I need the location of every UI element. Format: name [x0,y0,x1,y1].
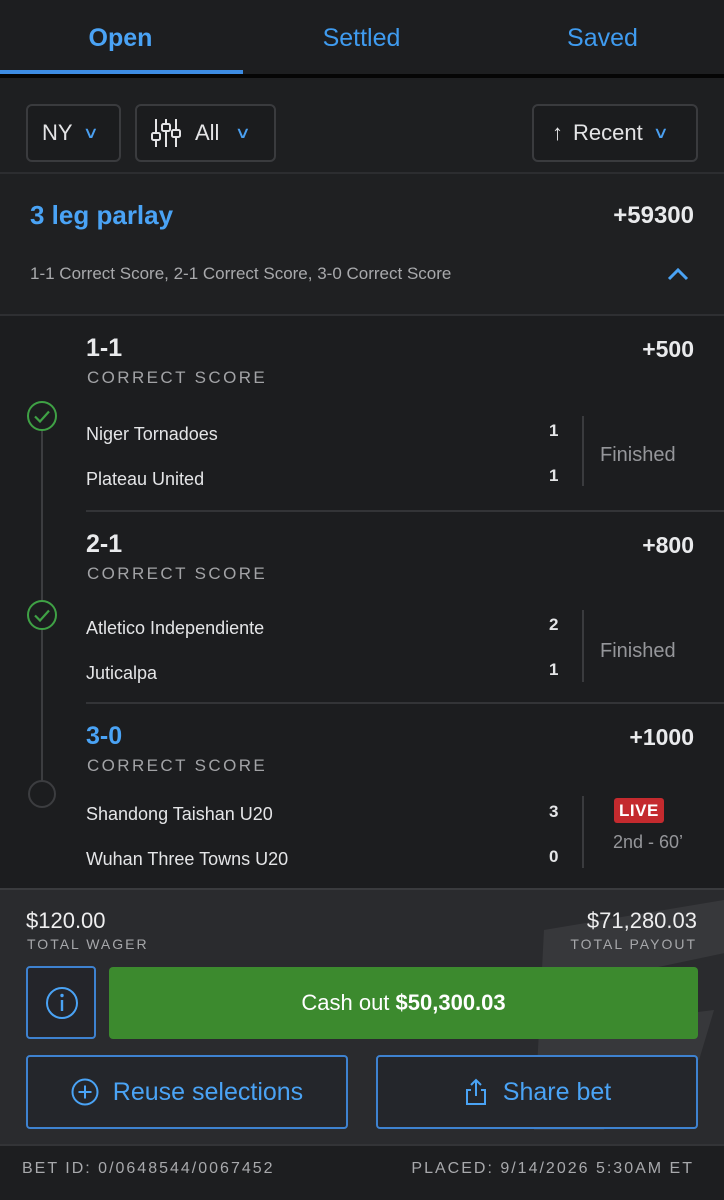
filter-bar: NY ∨ All ∨ ↑ Recent ∨ [0,78,724,174]
home-score: 3 [549,802,559,821]
bet-id: BET ID: 0/0648544/0067452 [22,1160,275,1177]
chevron-down-icon: ∨ [652,125,669,142]
chevron-down-icon: ∨ [82,125,99,142]
reuse-selections-label: Reuse selections [112,1077,304,1106]
total-wager-label: TOTAL WAGER [27,936,149,952]
leg-selection: 2-1 [86,530,123,558]
active-tab-indicator [0,70,243,74]
leg-market: CORRECT SCORE [87,756,268,775]
match-status: Finished [600,640,676,662]
state-dropdown-label: NY [42,120,73,145]
leg-3: 3-0 CORRECT SCORE +1000 Shandong Taishan… [0,704,724,888]
away-team: Wuhan Three Towns U20 [86,849,289,869]
total-payout-value: $71,280.03 [586,908,697,933]
chevron-up-icon[interactable] [666,262,690,286]
home-score: 1 [549,421,559,440]
bet-status-tabs: Open Settled Saved [0,0,724,78]
total-payout-label: TOTAL PAYOUT [570,936,697,952]
parlay-header[interactable]: 3 leg parlay +59300 1-1 Correct Score, 2… [0,174,724,316]
leg-selection: 3-0 [86,722,123,750]
parlay-legs: 1-1 CORRECT SCORE +500 Niger Tornadoes 1… [0,316,724,888]
reuse-selections-button[interactable]: Reuse selections [26,1055,348,1129]
bet-footer: $120.00 TOTAL WAGER $71,280.03 TOTAL PAY… [0,888,724,1144]
match-clock: 2nd - 60’ [613,832,684,852]
share-bet-button[interactable]: Share bet [376,1055,698,1129]
home-team: Niger Tornadoes [86,424,218,444]
chevron-down-icon: ∨ [235,125,252,142]
match-status: Finished [600,444,676,466]
sort-dropdown[interactable]: ↑ Recent ∨ [532,104,698,162]
tab-open[interactable]: Open [0,0,241,74]
bet-meta-bar: BET ID: 0/0648544/0067452 PLACED: 9/14/2… [0,1144,724,1200]
away-score: 1 [549,660,559,679]
check-circle-icon [27,401,57,431]
leg-selection: 1-1 [86,334,123,362]
divider [582,796,584,868]
live-badge: LIVE [614,798,664,823]
bet-type-label: All [195,120,220,145]
plus-circle-icon [71,1078,99,1106]
home-score: 2 [549,615,559,634]
sort-arrow-icon: ↑ [552,120,563,145]
away-score: 0 [549,847,559,866]
home-team: Atletico Independiente [86,618,265,638]
sort-label: Recent [573,120,643,145]
cash-out-button[interactable]: Cash out $50,300.03 [109,967,698,1039]
leg-odds: +800 [642,532,694,558]
leg-1: 1-1 CORRECT SCORE +500 Niger Tornadoes 1… [0,316,724,512]
divider [582,610,584,682]
filter-sliders-icon [151,119,181,147]
tab-settled[interactable]: Settled [241,0,482,74]
away-team: Juticalpa [86,663,158,683]
parlay-odds: +59300 [613,202,694,229]
bet-type-dropdown[interactable]: All ∨ [135,104,276,162]
away-team: Plateau United [86,469,205,489]
check-circle-icon [27,600,57,630]
tab-saved[interactable]: Saved [482,0,723,74]
away-score: 1 [549,466,559,485]
cash-out-label: Cash out [301,990,396,1015]
info-icon [46,987,78,1019]
divider [582,416,584,486]
leg-market: CORRECT SCORE [87,368,268,387]
info-button[interactable] [26,966,96,1039]
placed-timestamp: PLACED: 9/14/2026 5:30AM ET [411,1160,694,1177]
leg-market: CORRECT SCORE [87,564,268,583]
leg-odds: +1000 [629,724,694,750]
share-bet-label: Share bet [502,1077,612,1106]
home-team: Shandong Taishan U20 [86,804,273,824]
cash-out-amount: $50,300.03 [395,990,506,1015]
leg-odds: +500 [642,336,694,362]
state-dropdown[interactable]: NY ∨ [26,104,121,162]
parlay-title: 3 leg parlay [30,200,174,230]
parlay-summary: 1-1 Correct Score, 2-1 Correct Score, 3-… [30,264,452,283]
pending-circle-icon [28,780,56,808]
leg-2: 2-1 CORRECT SCORE +800 Atletico Independ… [0,512,724,704]
share-icon [465,1078,486,1105]
total-wager-value: $120.00 [26,908,106,933]
